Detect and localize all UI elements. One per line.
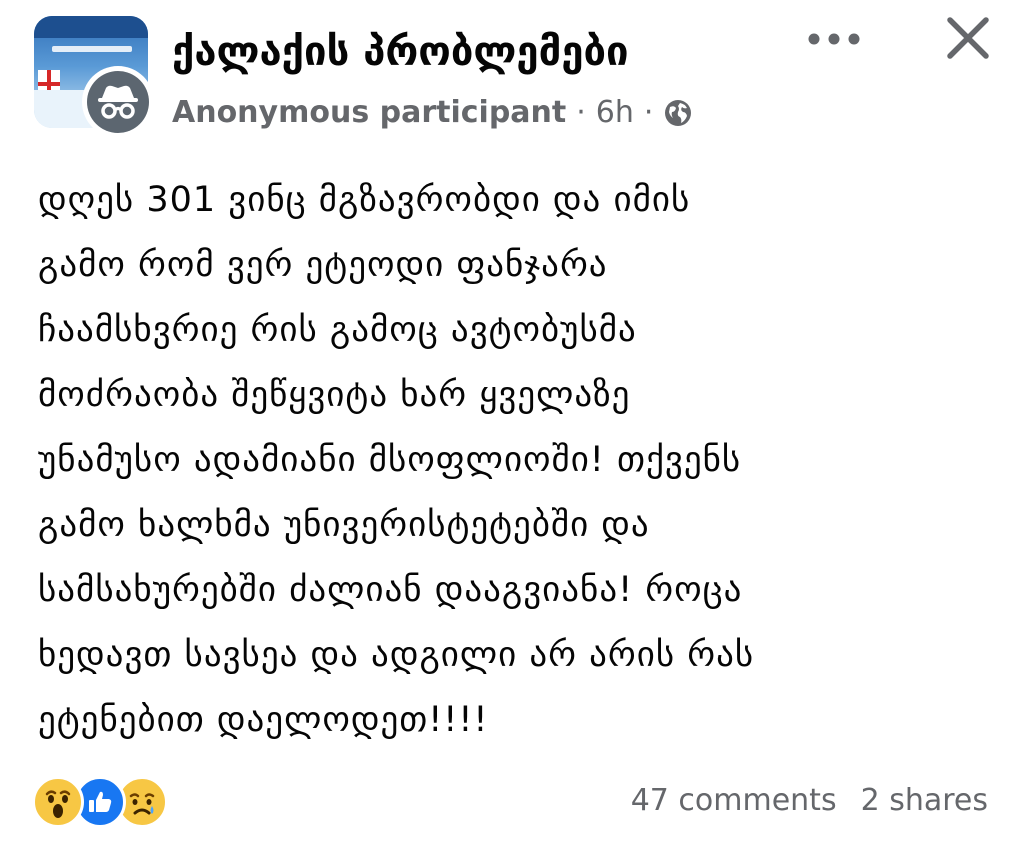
more-options-icon [806,31,862,50]
wow-reaction-icon [32,776,84,828]
meta-separator: · [643,95,654,130]
engagement-stats: 47 comments 2 shares [631,778,988,824]
incognito-icon [87,71,149,133]
post-text-line: ეტენებით დაელოდეთ!!!! [38,700,489,740]
post-card: ქალაქის პრობლემები Anonymous participant… [0,0,1024,867]
meta-separator: · [576,95,586,130]
globe-icon [663,98,693,128]
close-button[interactable] [938,10,998,70]
post-text-line: სამსახურებში ძალიან დააგვიანა! როცა [38,570,743,610]
close-icon [944,14,992,66]
post-time[interactable]: 6h [596,90,634,136]
post-text-line: ხედავთ სავსეა და ადგილი არ არის რას [38,635,755,675]
post-text-line: გამო ხალხმა უნივერისტეტებში და [38,505,650,545]
shares-count-link[interactable]: 2 shares [861,783,988,818]
more-options-button[interactable] [800,18,868,62]
post-text: დღეს 301 ვინც მგზავრობდი და იმის გამო რო… [38,168,988,753]
post-meta: Anonymous participant · 6h · [172,90,693,136]
anonymous-avatar[interactable] [82,66,154,138]
post-text-line: ჩაამსხვრიე რის გამოც ავტობუსმა [38,310,637,350]
post-text-line: დღეს 301 ვინც მგზავრობდი და იმის [38,180,691,220]
post-text-line: უნამუსო ადამიანი მსოფლიოში! თქვენს [38,440,742,480]
comments-count-link[interactable]: 47 comments [631,783,837,818]
post-text-line: მოძრაობა შეწყვიტა ხარ ყველაზე [38,375,631,415]
author-name[interactable]: Anonymous participant [172,90,566,136]
group-name-link[interactable]: ქალაქის პრობლემები [172,22,629,82]
post-text-line: გამო რომ ვერ ეტეოდი ფანჯარა [38,245,608,285]
reactions-summary[interactable] [32,776,168,828]
